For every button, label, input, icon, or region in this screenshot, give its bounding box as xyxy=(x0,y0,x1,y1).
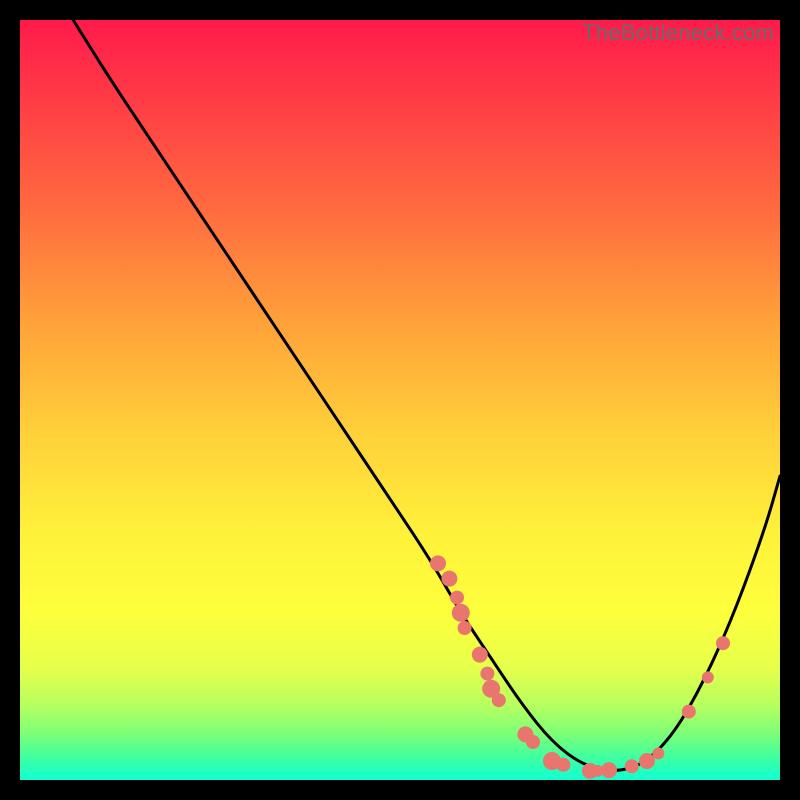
data-point xyxy=(441,571,457,587)
data-point xyxy=(601,762,617,778)
data-point xyxy=(480,667,494,681)
data-point xyxy=(458,621,472,635)
data-point xyxy=(702,671,714,683)
data-point xyxy=(716,636,730,650)
data-point xyxy=(682,705,696,719)
data-point xyxy=(652,747,664,759)
data-point xyxy=(430,555,446,571)
data-point xyxy=(639,753,655,769)
data-point xyxy=(556,758,570,772)
chart-frame: TheBottleneck.com xyxy=(20,20,780,780)
data-point xyxy=(472,647,488,663)
data-point xyxy=(492,693,506,707)
curve-markers xyxy=(430,555,730,779)
bottleneck-chart xyxy=(20,20,780,780)
data-point xyxy=(526,735,540,749)
data-point xyxy=(452,604,470,622)
curve-line xyxy=(73,20,780,771)
data-point xyxy=(625,759,639,773)
data-point xyxy=(450,591,464,605)
